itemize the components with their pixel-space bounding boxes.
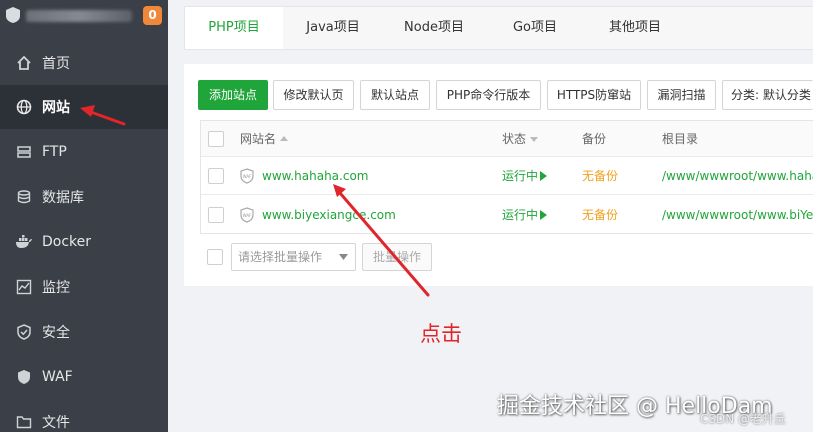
notification-badge[interactable]: 0	[143, 6, 162, 25]
sidebar-item-security[interactable]: 安全	[0, 310, 168, 354]
batch-select-all-checkbox[interactable]	[207, 249, 223, 265]
status-running[interactable]: 运行中	[502, 157, 548, 195]
row-checkbox[interactable]	[208, 207, 224, 223]
waf-shield-icon: WAF	[240, 207, 254, 223]
sort-desc-icon	[530, 137, 539, 142]
column-header-name[interactable]: 网站名	[240, 121, 289, 157]
category-select[interactable]: 分类: 默认分类	[722, 80, 813, 110]
database-icon	[15, 188, 33, 206]
sidebar-item-label: WAF	[42, 369, 73, 385]
folder-icon	[15, 413, 33, 431]
svg-text:WAF: WAF	[243, 174, 252, 179]
table-row: WAF www.biyexiangce.com 运行中 无备份 /www/www…	[201, 196, 813, 234]
add-site-button[interactable]: 添加站点	[198, 80, 268, 110]
sidebar-item-files[interactable]: 文件	[0, 400, 168, 432]
table-row: WAF www.hahaha.com 运行中 无备份 /www/wwwroot/…	[201, 157, 813, 195]
sidebar-header: 0	[0, 0, 168, 40]
waf-shield-icon: WAF	[240, 168, 254, 184]
sidebar-item-database[interactable]: 数据库	[0, 175, 168, 219]
site-panel: 添加站点 修改默认页 默认站点 PHP命令行版本 HTTPS防窜站 漏洞扫描 分…	[184, 64, 813, 286]
logo-icon	[6, 7, 20, 23]
sidebar-item-label: 网站	[42, 100, 70, 116]
sidebar-item-ftp[interactable]: FTP	[0, 130, 168, 174]
select-all-checkbox[interactable]	[208, 131, 224, 147]
sidebar-item-label: FTP	[42, 144, 67, 160]
tab-php[interactable]: PHP项目	[185, 7, 283, 49]
sidebar-item-label: 文件	[42, 415, 70, 431]
ftp-icon	[15, 143, 33, 161]
column-header-backup: 备份	[582, 132, 607, 146]
root-path-link[interactable]: /www/wwwroot/www.haha	[662, 157, 813, 195]
tab-node[interactable]: Node项目	[383, 7, 485, 49]
column-header-root: 根目录	[662, 132, 699, 146]
sidebar-item-label: 首页	[42, 56, 70, 72]
vuln-scan-button[interactable]: 漏洞扫描	[647, 80, 716, 110]
server-hostname-blurred	[26, 10, 132, 22]
sidebar: 0 首页 网站 FTP 数据库 Docker 监控 安全 WAF 文件	[0, 0, 168, 432]
project-tabs: PHP项目 Java项目 Node项目 Go项目 其他项目	[184, 6, 813, 50]
play-icon	[540, 210, 548, 220]
php-cli-version-button[interactable]: PHP命令行版本	[436, 80, 541, 110]
svg-text:WAF: WAF	[243, 213, 252, 218]
sidebar-item-waf[interactable]: WAF	[0, 355, 168, 399]
waf-shield-icon	[15, 368, 33, 386]
sidebar-item-label: 监控	[42, 280, 70, 296]
column-header-status[interactable]: 状态	[502, 121, 539, 157]
shield-icon	[15, 323, 33, 341]
globe-icon	[15, 98, 33, 116]
sidebar-item-website[interactable]: 网站	[0, 85, 168, 129]
backup-status[interactable]: 无备份	[582, 196, 618, 234]
play-icon	[540, 171, 548, 181]
batch-operation-button[interactable]: 批量操作	[362, 243, 432, 271]
status-running[interactable]: 运行中	[502, 196, 548, 234]
site-name-link[interactable]: www.hahaha.com	[262, 157, 368, 195]
home-icon	[15, 54, 33, 72]
site-name-link[interactable]: www.biyexiangce.com	[262, 196, 396, 234]
backup-status[interactable]: 无备份	[582, 157, 618, 195]
site-table: 网站名 状态 备份 根目录 WAF www.hahaha.com 运行中 无备份…	[200, 120, 813, 234]
monitor-icon	[15, 278, 33, 296]
click-annotation: 点击	[420, 322, 462, 346]
sidebar-item-label: Docker	[42, 234, 92, 250]
row-checkbox[interactable]	[208, 168, 224, 184]
sidebar-item-label: 安全	[42, 325, 70, 341]
edit-default-page-button[interactable]: 修改默认页	[273, 80, 354, 110]
sort-asc-icon	[280, 136, 289, 141]
sidebar-item-home[interactable]: 首页	[0, 41, 168, 85]
chevron-down-icon	[339, 254, 348, 260]
table-header: 网站名 状态 备份 根目录	[201, 121, 813, 157]
docker-icon	[15, 233, 33, 251]
root-path-link[interactable]: /www/wwwroot/www.biYe	[662, 196, 813, 234]
https-anti-hijack-button[interactable]: HTTPS防窜站	[547, 80, 641, 110]
default-site-button[interactable]: 默认站点	[360, 80, 430, 110]
tab-java[interactable]: Java项目	[283, 7, 383, 49]
csdn-watermark: CSDN @老升丘	[700, 412, 787, 426]
batch-operation-select[interactable]: 请选择批量操作	[231, 243, 356, 271]
tab-other[interactable]: 其他项目	[585, 7, 685, 49]
sidebar-item-docker[interactable]: Docker	[0, 220, 168, 264]
sidebar-item-monitor[interactable]: 监控	[0, 265, 168, 309]
tab-go[interactable]: Go项目	[485, 7, 585, 49]
sidebar-item-label: 数据库	[42, 190, 84, 206]
